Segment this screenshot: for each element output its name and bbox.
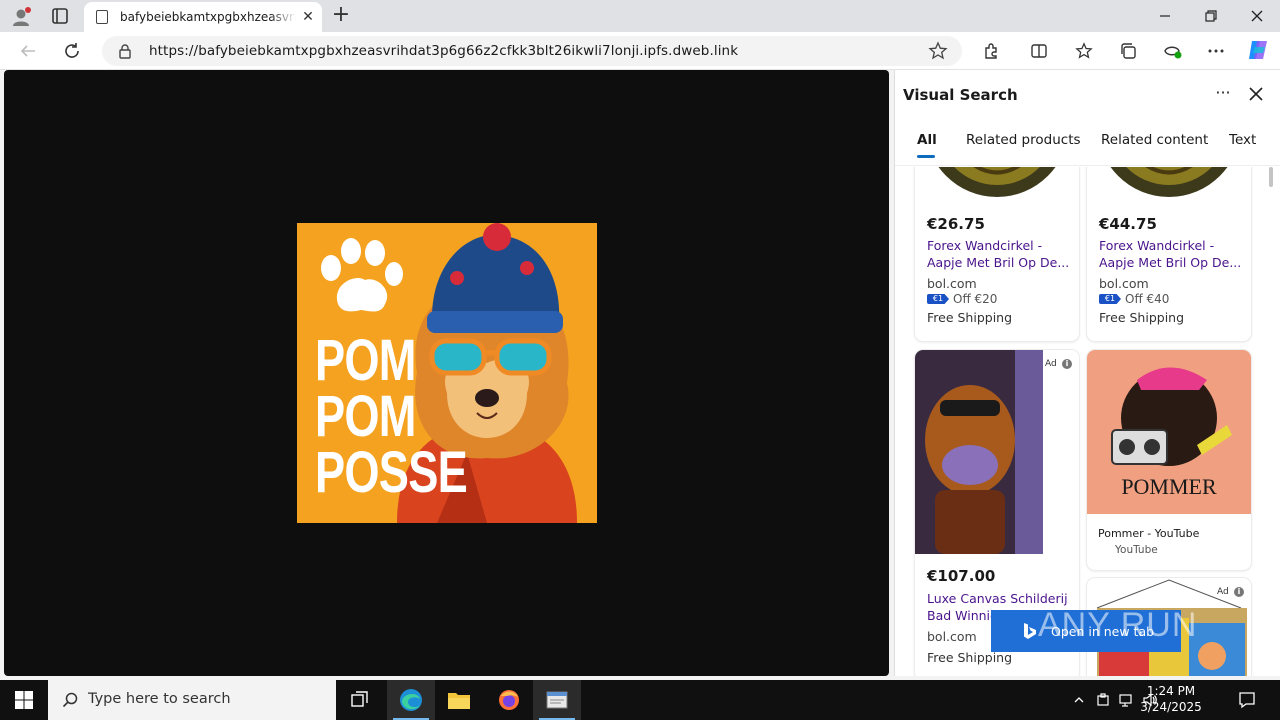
info-icon[interactable]: i (1062, 359, 1072, 369)
panel-scrollbar[interactable] (1269, 167, 1273, 187)
ad-label: Ad (1217, 587, 1229, 597)
active-tab-indicator (917, 155, 935, 158)
start-button[interactable] (0, 680, 48, 720)
more-options-icon[interactable] (1206, 41, 1226, 61)
lock-icon[interactable] (118, 44, 132, 63)
edge-icon (400, 689, 422, 711)
tab-actions-icon[interactable] (50, 6, 70, 26)
profile-icon[interactable] (10, 6, 32, 28)
deal-text: Off €20 (953, 292, 998, 306)
restore-button[interactable] (1188, 0, 1234, 32)
anyrun-watermark: ANY RUN (1038, 606, 1198, 644)
close-panel-icon[interactable] (1245, 83, 1267, 105)
store-name: bol.com (927, 629, 977, 644)
visual-search-results: €26.75 Forex Wandcirkel - Aapje Met Bril… (895, 167, 1280, 676)
title-bar: bafybeiebkamtxpgbxhzeasvrihdat3p6g66z2cf… (0, 0, 1280, 32)
back-button[interactable] (15, 39, 41, 63)
product-price: €26.75 (927, 215, 985, 233)
store-name: bol.com (927, 276, 977, 291)
favorite-star-icon[interactable] (928, 41, 948, 61)
extensions-icon[interactable] (981, 41, 1001, 61)
task-view-icon (351, 691, 368, 707)
clock-time: 1:24 PM (1146, 684, 1196, 698)
folder-icon (448, 693, 470, 709)
browser-tab[interactable]: bafybeiebkamtxpgbxhzeasvrihdat3p6g66z2cf… (84, 2, 322, 32)
shipping-info: Free Shipping (927, 310, 1013, 325)
product-name-link[interactable]: Forex Wandcirkel - Aapje Met Bril Op De.… (927, 237, 1073, 271)
browser-essentials-icon[interactable] (1163, 41, 1183, 61)
app-window-button[interactable] (533, 680, 581, 720)
page-viewport: POM POM POSSE (4, 70, 889, 676)
bing-icon (1024, 623, 1036, 639)
clock-date: 3/24/2025 (1140, 700, 1202, 714)
url-text[interactable]: https://bafybeiebkamtxpgbxhzeasvrihdat3p… (149, 43, 738, 59)
deal-text: Off €40 (1125, 292, 1170, 306)
minimize-button[interactable] (1142, 0, 1188, 32)
notifications-icon[interactable] (1238, 691, 1256, 709)
visual-search-tabs: All Related products Related content Tex… (895, 128, 1280, 166)
system-clock[interactable]: 1:24 PM 3/24/2025 (1136, 683, 1206, 715)
split-screen-icon[interactable] (1029, 41, 1049, 61)
new-tab-button[interactable]: + (330, 4, 352, 27)
taskbar: Type here to search 1:24 PM 3/24/2025 (0, 680, 1280, 720)
tab-title: bafybeiebkamtxpgbxhzeasvrihdat3p6g66z2cf… (120, 10, 296, 24)
firefox-button[interactable] (485, 680, 533, 720)
deal-info: €1 Off €40 (1099, 292, 1169, 306)
collections-icon[interactable] (1118, 41, 1138, 61)
search-icon (62, 692, 78, 708)
search-placeholder: Type here to search (88, 691, 231, 707)
ad-label: Ad (1045, 359, 1057, 369)
refresh-button[interactable] (59, 39, 85, 63)
product-card[interactable]: €44.75 Forex Wandcirkel - Aapje Met Bril… (1087, 167, 1251, 341)
pom-pom-posse-image[interactable]: POM POM POSSE (297, 223, 597, 523)
copilot-icon[interactable] (1246, 38, 1270, 62)
product-price: €107.00 (927, 567, 996, 585)
security-icon[interactable] (1094, 691, 1112, 709)
shipping-info: Free Shipping (1099, 310, 1185, 325)
tab-related-products[interactable]: Related products (966, 132, 1081, 148)
page-icon (96, 10, 108, 24)
edge-taskbar-button[interactable] (387, 680, 435, 720)
windows-icon (15, 691, 33, 709)
window-app-icon (546, 691, 568, 709)
close-tab-icon[interactable]: ✕ (300, 9, 316, 25)
firefox-icon (499, 690, 519, 710)
tab-text[interactable]: Text (1229, 132, 1256, 148)
content-title-link[interactable]: Pommer - YouTube (1098, 527, 1199, 540)
visual-search-panel: Visual Search ··· All Related products R… (894, 70, 1280, 676)
show-hidden-icons-chevron[interactable] (1070, 691, 1088, 709)
close-window-button[interactable] (1234, 0, 1280, 32)
store-name: bol.com (1099, 276, 1149, 291)
product-price: €44.75 (1099, 215, 1157, 233)
info-icon[interactable]: i (1234, 587, 1244, 597)
content-image-text: POMMER (1121, 474, 1217, 499)
navigation-bar: https://bafybeiebkamtxpgbxhzeasvrihdat3p… (0, 32, 1280, 70)
address-bar[interactable]: https://bafybeiebkamtxpgbxhzeasvrihdat3p… (102, 36, 962, 66)
more-options-icon[interactable]: ··· (1213, 84, 1233, 104)
content-source: YouTube (1115, 544, 1158, 556)
deal-info: €1 Off €20 (927, 292, 997, 306)
visual-search-title: Visual Search (903, 86, 1018, 104)
shipping-info: Free Shipping (927, 650, 1013, 665)
tab-all[interactable]: All (917, 132, 937, 148)
poster-line-1: POM (315, 328, 416, 393)
product-image (915, 350, 1079, 554)
deal-tag-icon: €1 (1099, 294, 1121, 304)
product-image (938, 167, 1056, 197)
deal-tag-icon: €1 (927, 294, 949, 304)
tab-related-content[interactable]: Related content (1101, 132, 1208, 148)
favorites-icon[interactable] (1074, 41, 1094, 61)
poster-title: POM POM POSSE (315, 328, 468, 505)
product-name-link[interactable]: Forex Wandcirkel - Aapje Met Bril Op De.… (1099, 237, 1245, 271)
task-view-button[interactable] (336, 680, 384, 720)
poster-line-3: POSSE (315, 440, 468, 505)
file-explorer-button[interactable] (435, 680, 483, 720)
content-image: POMMER (1087, 350, 1251, 514)
network-icon[interactable] (1117, 691, 1135, 709)
product-image (1110, 167, 1228, 197)
related-content-card[interactable]: POMMER Pommer - YouTube YouTube (1087, 350, 1251, 570)
taskbar-search-box[interactable]: Type here to search (48, 680, 336, 720)
product-card[interactable]: €26.75 Forex Wandcirkel - Aapje Met Bril… (915, 167, 1079, 341)
poster-line-2: POM (315, 384, 416, 449)
